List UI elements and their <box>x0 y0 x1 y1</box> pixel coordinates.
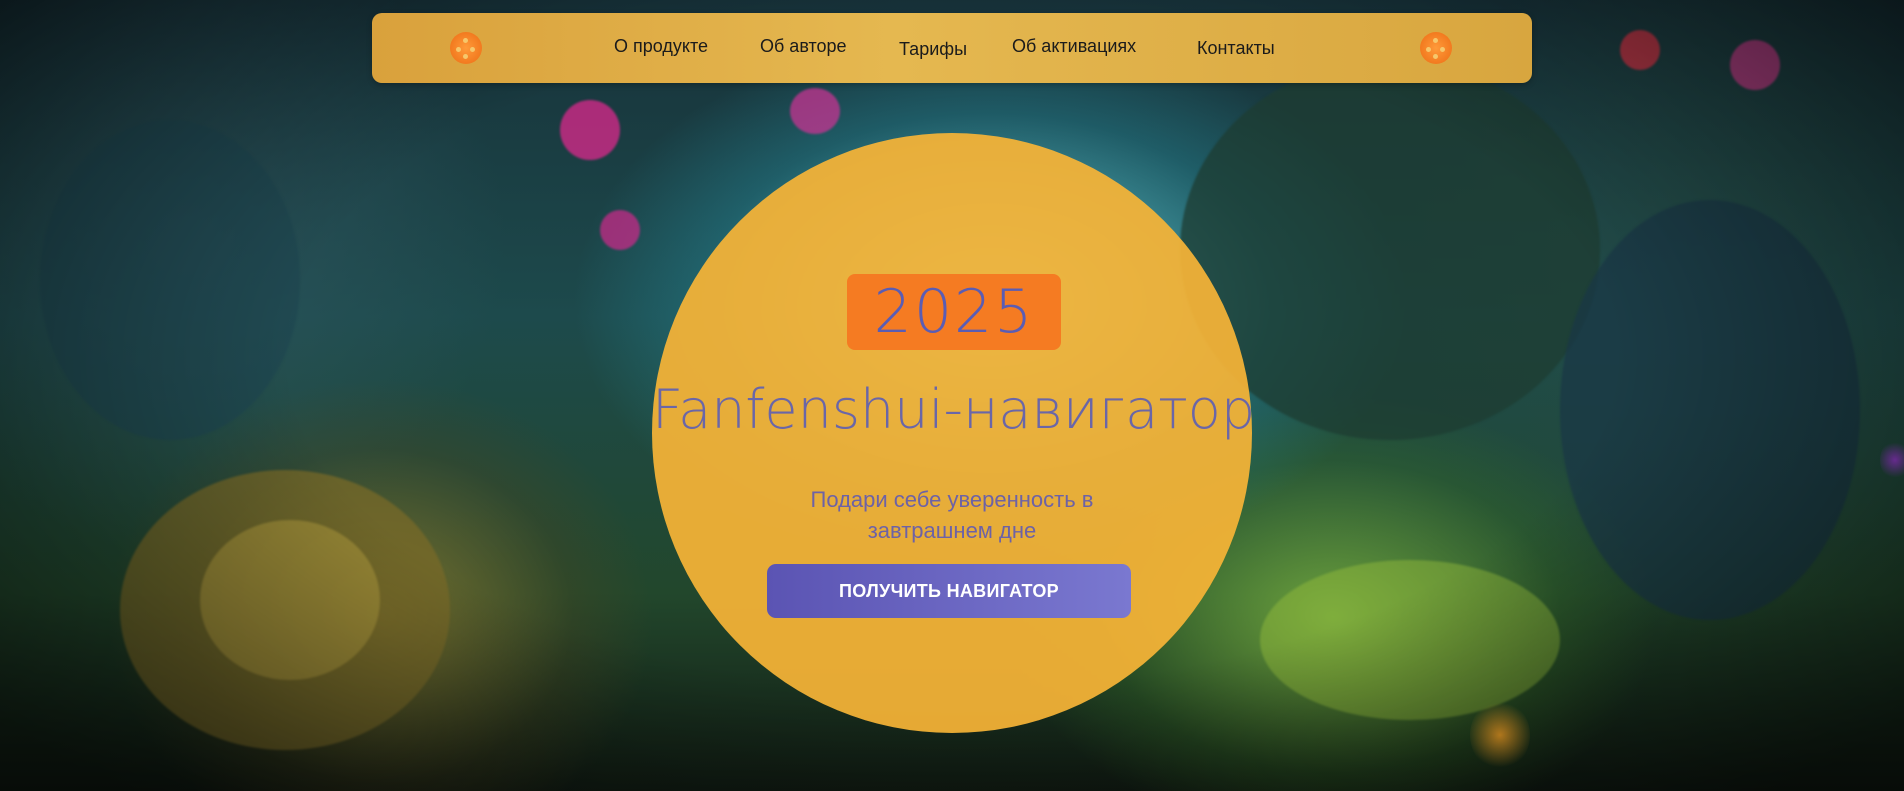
nav-link-contacts[interactable]: Контакты <box>1197 38 1275 59</box>
fengshui-logo-icon-right[interactable] <box>1420 32 1452 64</box>
year-text: 2025 <box>873 277 1035 347</box>
get-navigator-button[interactable]: ПОЛУЧИТЬ НАВИГАТОР <box>767 564 1131 618</box>
nav-links: О продукте Об авторе Тарифы Об активация… <box>372 13 1532 83</box>
nav-link-tariffs[interactable]: Тарифы <box>899 39 967 60</box>
top-navigation-bar: О продукте Об авторе Тарифы Об активация… <box>372 13 1532 83</box>
hero-title: Fanfenshui-навигатор <box>652 378 1256 441</box>
hero-subtitle-line-1: Подари себе уверенность в <box>810 487 1094 512</box>
hero-subtitle-line-2: завтрашнем дне <box>867 518 1037 543</box>
year-badge: 2025 <box>847 274 1061 350</box>
hero-subtitle: Подари себе уверенность в завтрашнем дне <box>752 484 1152 546</box>
nav-link-author[interactable]: Об авторе <box>760 36 847 57</box>
nav-link-activations[interactable]: Об активациях <box>1012 36 1136 57</box>
nav-link-product[interactable]: О продукте <box>614 36 708 57</box>
